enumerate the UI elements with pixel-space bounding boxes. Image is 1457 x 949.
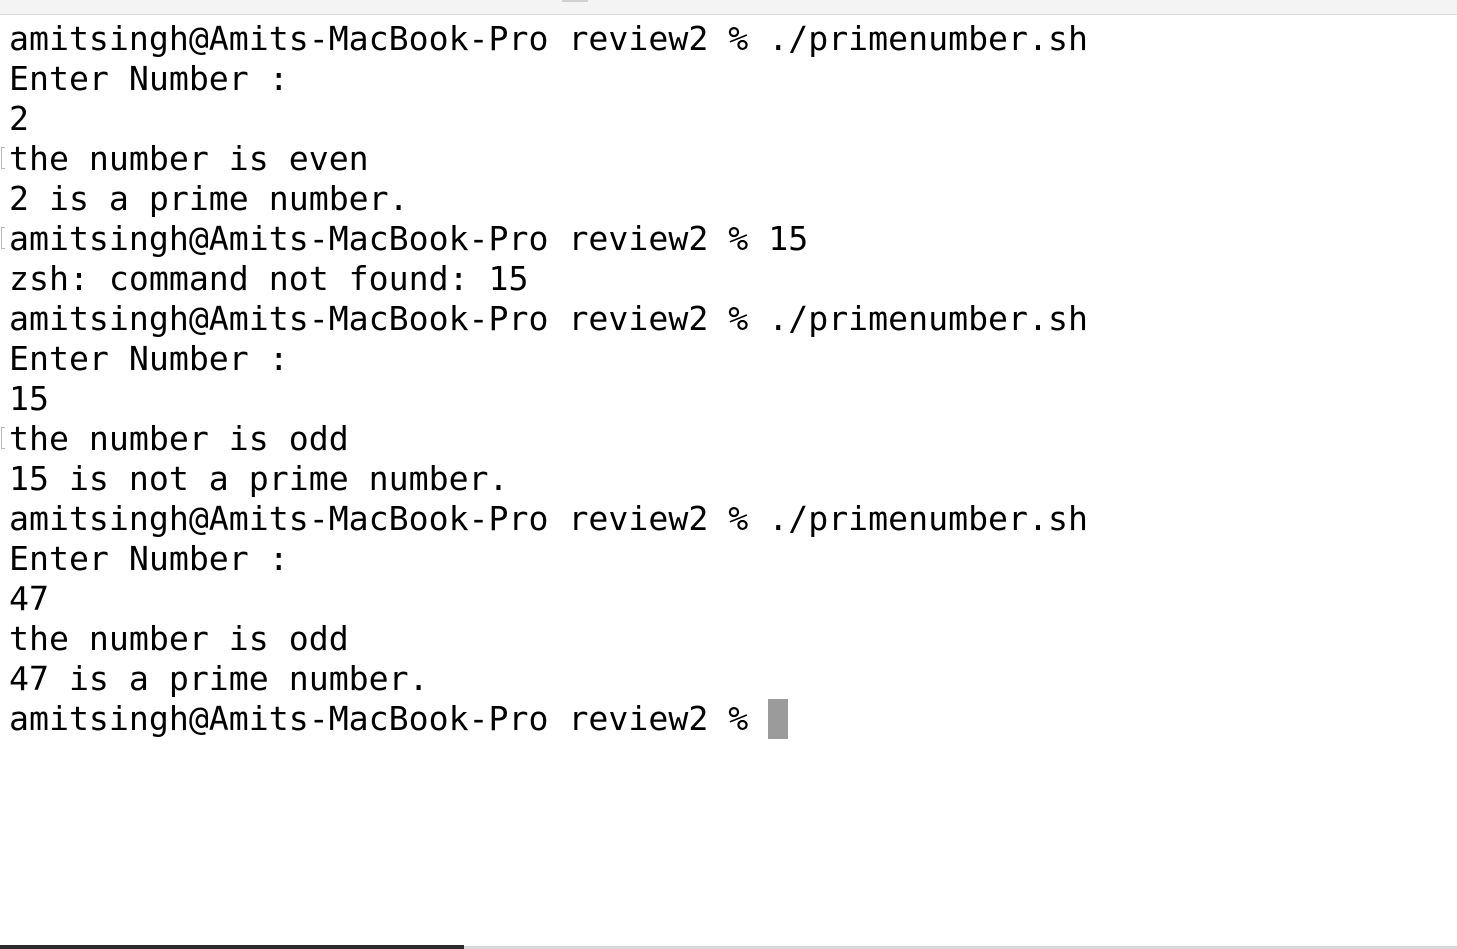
terminal-prompt-line[interactable]: amitsingh@Amits-MacBook-Pro review2 %: [9, 699, 1088, 739]
line-mark-bracket: [1, 427, 5, 449]
terminal-line-text: amitsingh@Amits-MacBook-Pro review2 % ./…: [9, 299, 1088, 338]
terminal-line-text: 47 is a prime number.: [9, 659, 429, 698]
terminal-line-text: the number is odd: [9, 419, 349, 458]
terminal-line: the number is even: [1, 139, 1088, 179]
terminal-line: the number is odd: [1, 419, 1088, 459]
terminal-line-text: 2: [9, 99, 29, 138]
titlebar-divider: [562, 0, 588, 2]
terminal-line: amitsingh@Amits-MacBook-Pro review2 % ./…: [9, 499, 1088, 539]
terminal-line: Enter Number :: [9, 539, 1088, 579]
terminal-line: 47 is a prime number.: [9, 659, 1088, 699]
terminal-line-text: amitsingh@Amits-MacBook-Pro review2 % ./…: [9, 499, 1088, 538]
terminal-line: Enter Number :: [9, 339, 1088, 379]
terminal-line: 2: [9, 99, 1088, 139]
terminal-line: 15 is not a prime number.: [9, 459, 1088, 499]
line-mark-bracket: [1, 227, 5, 249]
terminal-line-text: amitsingh@Amits-MacBook-Pro review2 % 15: [9, 219, 809, 258]
window-titlebar-edge: [0, 0, 1457, 15]
line-mark-bracket: [1, 147, 5, 169]
terminal-line-text: 2 is a prime number.: [9, 179, 409, 218]
terminal-line-text: Enter Number :: [9, 539, 289, 578]
terminal-window: amitsingh@Amits-MacBook-Pro review2 % ./…: [0, 0, 1457, 949]
terminal-line-text: zsh: command not found: 15: [9, 259, 529, 298]
terminal-line-text: the number is odd: [9, 619, 349, 658]
window-bottom-edge: [0, 945, 464, 949]
terminal-line: 15: [9, 379, 1088, 419]
terminal-line: amitsingh@Amits-MacBook-Pro review2 % ./…: [9, 299, 1088, 339]
terminal-line: 2 is a prime number.: [9, 179, 1088, 219]
terminal-line: amitsingh@Amits-MacBook-Pro review2 % ./…: [9, 19, 1088, 59]
terminal-line-text: 15 is not a prime number.: [9, 459, 509, 498]
terminal-prompt: amitsingh@Amits-MacBook-Pro review2 %: [9, 699, 769, 738]
terminal-line: zsh: command not found: 15: [9, 259, 1088, 299]
terminal-line-text: the number is even: [9, 139, 369, 178]
terminal-line-text: 15: [9, 379, 49, 418]
terminal-line-text: Enter Number :: [9, 59, 289, 98]
terminal-line: 47: [9, 579, 1088, 619]
terminal-line: the number is odd: [9, 619, 1088, 659]
terminal-line-text: 47: [9, 579, 49, 618]
terminal-line-text: amitsingh@Amits-MacBook-Pro review2 % ./…: [9, 19, 1088, 58]
text-cursor: [768, 699, 789, 739]
terminal-line: Enter Number :: [9, 59, 1088, 99]
terminal-line-text: Enter Number :: [9, 339, 289, 378]
terminal-line: amitsingh@Amits-MacBook-Pro review2 % 15: [1, 219, 1088, 259]
terminal-output[interactable]: amitsingh@Amits-MacBook-Pro review2 % ./…: [1, 19, 1088, 739]
